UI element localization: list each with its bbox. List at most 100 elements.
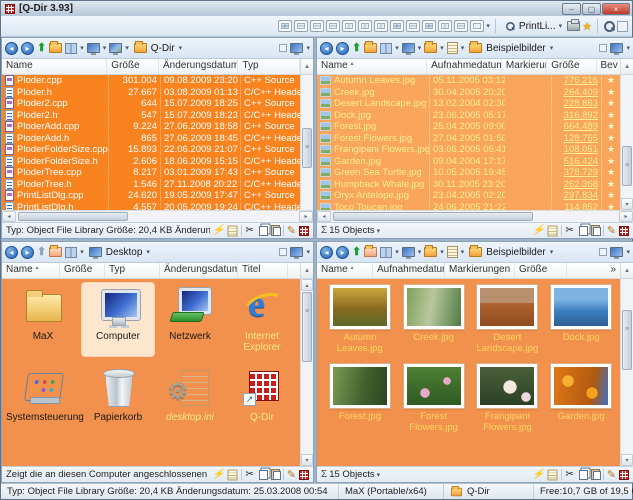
forward-button[interactable]: ▸ xyxy=(21,246,34,259)
desktop-icon-item[interactable]: MaX xyxy=(4,283,82,356)
table-row[interactable]: Humpback Whale.jpg 30.11.2005 23:20 262.… xyxy=(317,179,620,191)
cut-icon[interactable]: ✂ xyxy=(565,469,573,481)
view-mode-icon[interactable] xyxy=(65,247,77,258)
flash-icon[interactable]: ⚡ xyxy=(212,469,224,481)
scrollbar-thumb[interactable] xyxy=(302,128,312,168)
pane-layout-button[interactable] xyxy=(358,20,372,32)
thumbnail-item[interactable]: Garden.jpg xyxy=(544,364,618,433)
up-button[interactable]: ⬆ xyxy=(352,42,361,55)
address-bar[interactable]: Desktop ▾ xyxy=(87,247,277,258)
desktop-icon-item[interactable]: desktop.ini xyxy=(154,364,226,426)
menu-item[interactable] xyxy=(69,24,83,28)
address-bar[interactable]: Q-Dir ▾ xyxy=(132,43,277,54)
folder-dropdown-icon[interactable] xyxy=(424,43,437,53)
forward-button[interactable]: ▸ xyxy=(336,246,349,259)
thumbnail-item[interactable]: Frangipani Flowers.jpg xyxy=(471,364,545,433)
header-scroll-button[interactable]: ▴ xyxy=(300,263,313,278)
copy-icon[interactable] xyxy=(579,226,588,236)
computer-dropdown-icon[interactable] xyxy=(87,43,100,53)
qdir-icon[interactable] xyxy=(619,470,629,480)
copy-icon[interactable] xyxy=(259,226,268,236)
cut-icon[interactable]: ✂ xyxy=(245,469,253,481)
copy-icon[interactable] xyxy=(259,470,268,480)
pane-layout-button[interactable] xyxy=(454,20,468,32)
up-button[interactable]: ⬆ xyxy=(352,246,361,259)
vertical-scrollbar[interactable]: ▴ ▾ xyxy=(300,279,313,466)
address-bar[interactable]: Beispielbilder ▾ xyxy=(467,43,596,54)
forward-button[interactable]: ▸ xyxy=(21,42,34,55)
table-row[interactable]: Forest Flowers.jpg 27.04.2005 01:50 128.… xyxy=(317,133,620,145)
vertical-scrollbar[interactable]: ▾ xyxy=(620,279,633,466)
rename-icon[interactable]: ✎ xyxy=(607,225,616,237)
pane-pc-icon[interactable] xyxy=(290,43,303,53)
search-icon[interactable] xyxy=(603,20,615,32)
computer-dropdown-icon[interactable] xyxy=(402,43,415,53)
vertical-scrollbar[interactable] xyxy=(300,75,313,210)
window-panel-icon[interactable] xyxy=(617,21,628,32)
table-row[interactable]: PloderAdd.cpp 9.224 27.06.2009 18:58 C++… xyxy=(2,121,300,133)
column-header-tags[interactable]: Markierungen xyxy=(445,263,515,278)
table-row[interactable]: PloderTree.cpp 8.217 03.01.2009 17:43 C+… xyxy=(2,167,300,179)
paste-icon[interactable] xyxy=(591,225,600,236)
scrollbar-thumb[interactable] xyxy=(622,146,632,186)
table-row[interactable]: Forest.jpg 25.04.2005 09:00 664.489 ★ xyxy=(317,121,620,133)
cut-icon[interactable]: ✂ xyxy=(245,225,253,237)
menu-item[interactable] xyxy=(37,24,51,28)
print-list-button[interactable]: PrintLi... ▾ xyxy=(501,19,565,33)
header-scroll-button[interactable]: ▴ xyxy=(620,59,633,74)
thumbnail-item[interactable]: Dock.jpg xyxy=(544,285,618,354)
back-button[interactable]: ◂ xyxy=(320,42,333,55)
column-header-name[interactable]: Name ▴ xyxy=(317,59,427,74)
notes-dropdown-icon[interactable] xyxy=(447,246,458,258)
minimize-button[interactable]: – xyxy=(562,3,581,15)
qdir-icon[interactable] xyxy=(619,226,629,236)
thumbnail-item[interactable]: Autumn Leaves.jpg xyxy=(323,285,397,354)
header-scroll-button[interactable]: ▴ xyxy=(620,263,633,278)
column-header-capturedate[interactable]: Aufnahmedatum xyxy=(373,263,445,278)
thumbnail-item[interactable]: Creek.jpg xyxy=(397,285,471,354)
pane-layout-button[interactable] xyxy=(406,20,420,32)
address-bar[interactable]: Beispielbilder ▾ xyxy=(467,247,596,258)
notes-dropdown-icon[interactable] xyxy=(447,42,458,54)
table-row[interactable]: Oryx Antelope.jpg 23.04.2005 02:20 297.8… xyxy=(317,190,620,202)
vertical-scrollbar[interactable]: ▾ xyxy=(620,75,633,210)
desktop-icon-item[interactable]: Internet Explorer xyxy=(226,283,298,356)
column-header-date[interactable]: Änderungsdatum xyxy=(159,59,238,74)
pane-layout-button[interactable] xyxy=(374,20,388,32)
pane-pc-icon[interactable] xyxy=(290,247,303,257)
up-button[interactable]: ⬆ xyxy=(37,42,46,55)
column-header-size[interactable]: Größe xyxy=(107,59,159,74)
column-header-more[interactable]: » xyxy=(567,263,620,278)
up-button[interactable]: ⬆ xyxy=(37,246,46,259)
menu-item[interactable] xyxy=(5,24,19,28)
scrollbar-thumb[interactable] xyxy=(18,212,128,221)
column-header-type[interactable]: Typ xyxy=(238,59,300,74)
rename-icon[interactable]: ✎ xyxy=(287,469,296,481)
scroll-left-arrow[interactable]: ◂ xyxy=(2,211,16,222)
maximize-button[interactable]: ▢ xyxy=(582,3,601,15)
scroll-right-arrow[interactable]: ▸ xyxy=(619,211,633,222)
column-header-name[interactable]: Name ▴ xyxy=(317,263,373,278)
pane-extra-button[interactable] xyxy=(599,248,607,256)
pane-layout-button[interactable] xyxy=(422,20,436,32)
scroll-down-arrow[interactable]: ▾ xyxy=(621,454,633,466)
table-row[interactable]: PloderFolderSize.h 2.606 18.06.2009 15:1… xyxy=(2,156,300,168)
header-scroll-button[interactable]: ▴ xyxy=(300,59,313,74)
flash-icon[interactable]: ⚡ xyxy=(532,469,544,481)
table-row[interactable]: Ploder.h 27.667 03.08.2009 01:13 C/C++ H… xyxy=(2,87,300,99)
table-row[interactable]: PloderFolderSize.cpp 15.893 22.06.2009 2… xyxy=(2,144,300,156)
horizontal-scrollbar[interactable]: ◂ ▸ xyxy=(317,210,633,222)
scroll-down-arrow[interactable]: ▾ xyxy=(301,454,313,466)
desktop-icon-item[interactable]: Papierkorb xyxy=(82,364,154,426)
view-mode-icon[interactable] xyxy=(380,43,392,54)
qdir-icon[interactable] xyxy=(299,470,309,480)
scrollbar-thumb[interactable] xyxy=(333,212,533,221)
table-row[interactable]: Toco Toucan.jpg 24.06.2005 21:22 114.852… xyxy=(317,202,620,211)
back-button[interactable]: ◂ xyxy=(320,246,333,259)
notes-icon[interactable] xyxy=(228,225,238,236)
menu-item[interactable] xyxy=(85,24,99,28)
pane-extra-button[interactable] xyxy=(279,248,287,256)
table-row[interactable]: PloderTree.h 1.546 27.11.2008 20:22 C/C+… xyxy=(2,179,300,191)
column-header-size[interactable]: Größe xyxy=(547,59,596,74)
scroll-up-arrow[interactable]: ▴ xyxy=(301,279,313,291)
